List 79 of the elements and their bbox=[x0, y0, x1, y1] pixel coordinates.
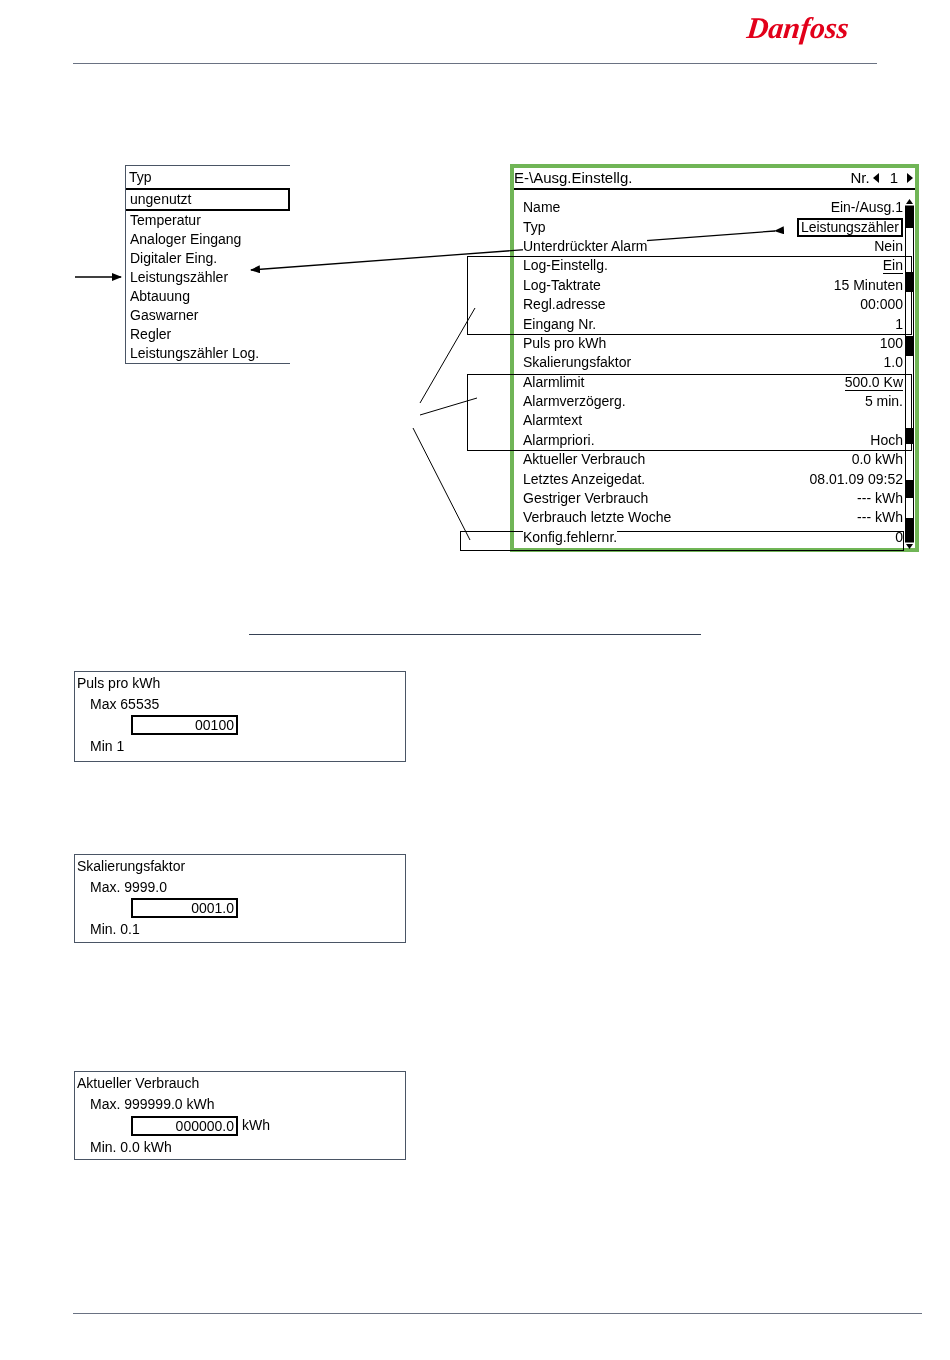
value-field[interactable]: 000000.0 bbox=[131, 1115, 238, 1136]
setting-label: Alarmpriori. bbox=[523, 432, 595, 448]
max-label: Max. 9999.0 bbox=[90, 878, 168, 897]
setting-value: 5 min. bbox=[864, 392, 903, 412]
min-label: Min. 0.0 kWh bbox=[90, 1138, 172, 1157]
setting-label: Puls pro kWh bbox=[523, 335, 607, 351]
setting-row[interactable]: Eingang Nr. 1 bbox=[523, 314, 903, 334]
list-item[interactable]: Digitaler Eing. bbox=[126, 249, 290, 268]
setting-row[interactable]: Aktueller Verbrauch 0.0 kWh bbox=[523, 450, 903, 470]
logo: Danfoss bbox=[745, 10, 852, 47]
setting-label: Alarmverzögerg. bbox=[523, 394, 626, 410]
list-item[interactable]: Abtauung bbox=[126, 287, 290, 306]
list-item[interactable]: Gaswarner bbox=[126, 306, 290, 325]
setting-row[interactable]: Puls pro kWh 100 bbox=[523, 333, 903, 354]
setting-row[interactable]: Alarmtext bbox=[523, 411, 903, 431]
dialog-title: Puls pro kWh bbox=[77, 674, 161, 693]
setting-value: Ein-/Ausg.1 bbox=[830, 198, 903, 218]
list-item[interactable]: Leistungszähler Log. bbox=[126, 344, 290, 363]
setting-value: 1.0 bbox=[883, 353, 903, 373]
setting-label: Log-Einstellg. bbox=[523, 258, 608, 274]
pointer-arrow bbox=[74, 273, 122, 281]
min-label: Min. 0.1 bbox=[90, 920, 140, 939]
setting-label: Konfig.fehlernr. bbox=[523, 529, 618, 545]
list-item[interactable]: Analoger Eingang bbox=[126, 230, 290, 249]
scrollbar-drawing[interactable] bbox=[905, 198, 914, 550]
setting-row[interactable]: Log-Taktrate 15 Minuten bbox=[523, 275, 903, 295]
setting-value: 500.0 Kw bbox=[844, 373, 903, 391]
setting-value: 0.0 kWh bbox=[851, 450, 903, 470]
setting-value: Hoch bbox=[870, 430, 903, 450]
left-triangle-icon[interactable] bbox=[872, 173, 879, 183]
min-label: Min 1 bbox=[90, 737, 125, 756]
max-label: Max 65535 bbox=[90, 695, 160, 714]
setting-row[interactable]: Log-Einstellg. Ein bbox=[523, 256, 903, 276]
setting-row[interactable]: Alarmverzögerg. 5 min. bbox=[523, 391, 903, 412]
setting-label: Letztes Anzeigedat. bbox=[523, 471, 646, 487]
list-title: Typ bbox=[126, 166, 290, 190]
setting-row[interactable]: Verbrauch letzte Woche --- kWh bbox=[523, 508, 903, 528]
setting-label: Skalierungsfaktor bbox=[523, 355, 632, 371]
setting-row[interactable]: Alarmlimit 500.0 Kw bbox=[523, 372, 903, 392]
setting-label: Gestriger Verbrauch bbox=[523, 491, 649, 507]
setting-value: 08.01.09 09:52 bbox=[809, 469, 903, 489]
value-field[interactable]: 00100 bbox=[131, 715, 238, 735]
setting-row[interactable]: Typ Leistungszähler bbox=[523, 217, 903, 237]
setting-value: Leistungszähler bbox=[796, 217, 903, 237]
setting-value: 15 Minuten bbox=[833, 275, 903, 295]
setting-label: Log-Taktrate bbox=[523, 277, 601, 293]
setting-value: 00:000 bbox=[860, 295, 903, 315]
list-item[interactable]: Temperatur bbox=[126, 211, 290, 230]
unit-label: kWh bbox=[242, 1116, 270, 1135]
setting-label: Regl.adresse bbox=[523, 297, 606, 313]
setting-value: --- kWh bbox=[857, 489, 903, 509]
setting-label: Typ bbox=[523, 219, 546, 235]
setting-value: Ein bbox=[882, 257, 903, 275]
setting-row[interactable]: Letztes Anzeigedat. 08.01.09 09:52 bbox=[523, 469, 903, 489]
setting-label: Eingang Nr. bbox=[523, 316, 597, 332]
value-field[interactable]: 0001.0 bbox=[131, 898, 238, 918]
panel-title: E-\Ausg.Einstellg. bbox=[514, 167, 633, 188]
list-item[interactable]: ungenutzt bbox=[126, 190, 290, 211]
setting-value: Nein bbox=[874, 237, 903, 256]
right-triangle-icon[interactable] bbox=[907, 173, 913, 183]
setting-row[interactable]: Unterdrückter Alarm Nein bbox=[523, 236, 903, 257]
max-label: Max. 999999.0 kWh bbox=[90, 1095, 215, 1114]
list-item[interactable]: Leistungszähler bbox=[126, 268, 290, 287]
setting-value: 100 bbox=[879, 333, 903, 353]
setting-value: 1 bbox=[895, 314, 903, 334]
dialog-title: Skalierungsfaktor bbox=[77, 857, 186, 876]
number-label: Nr. bbox=[850, 167, 870, 188]
setting-row[interactable]: Name Ein-/Ausg.1 bbox=[523, 198, 903, 218]
setting-value: --- kWh bbox=[857, 508, 903, 528]
setting-value: 0 bbox=[895, 527, 903, 547]
setting-row[interactable]: Gestriger Verbrauch --- kWh bbox=[523, 488, 903, 509]
list-item[interactable]: Regler bbox=[126, 325, 290, 344]
setting-label: Unterdrückter Alarm bbox=[523, 238, 648, 254]
setting-row[interactable]: Skalierungsfaktor 1.0 bbox=[523, 353, 903, 373]
setting-row[interactable]: Konfig.fehlernr. 0 bbox=[523, 527, 903, 548]
dialog-title: Aktueller Verbrauch bbox=[77, 1074, 200, 1093]
number-value: 1 bbox=[889, 167, 898, 188]
setting-row[interactable]: Regl.adresse 00:000 bbox=[523, 294, 903, 315]
setting-row[interactable]: Alarmpriori. Hoch bbox=[523, 430, 903, 451]
